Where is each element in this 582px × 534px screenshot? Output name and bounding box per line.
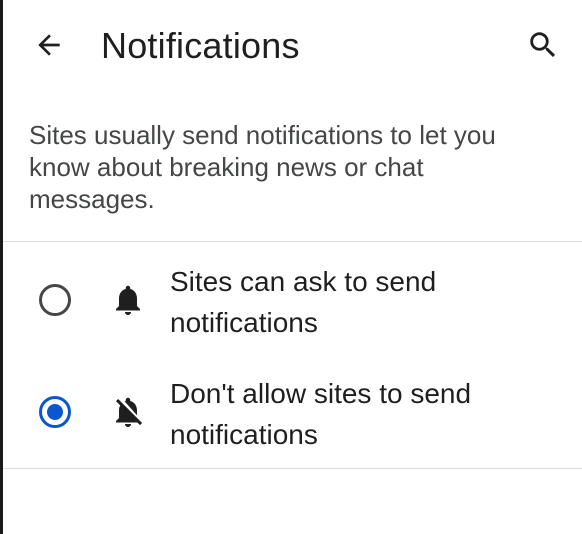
bell-off-icon	[116, 397, 143, 427]
divider	[3, 241, 582, 242]
page-title: Notifications	[101, 25, 300, 66]
option-dont-allow[interactable]: Don't allow sites to send notifications	[3, 368, 582, 460]
radio-button-selected[interactable]	[39, 396, 71, 428]
description-text: Sites usually send notifications to let …	[29, 120, 496, 214]
option-label: Don't allow sites to send notifications	[170, 378, 472, 450]
bell-icon	[116, 285, 140, 315]
app-bar: Notifications	[0, 0, 582, 92]
divider	[3, 468, 582, 469]
notifications-settings-screen: Notifications Sites usually send notific…	[0, 0, 582, 534]
radio-button-unselected[interactable]	[39, 284, 71, 316]
search-button[interactable]	[522, 24, 564, 66]
option-label: Sites can ask to send notifications	[170, 266, 437, 338]
arrow-back-icon	[38, 34, 60, 56]
search-icon	[530, 32, 556, 58]
option-sites-can-ask[interactable]: Sites can ask to send notifications	[3, 256, 582, 348]
back-button[interactable]	[28, 24, 70, 66]
radio-selected-dot	[47, 404, 63, 420]
